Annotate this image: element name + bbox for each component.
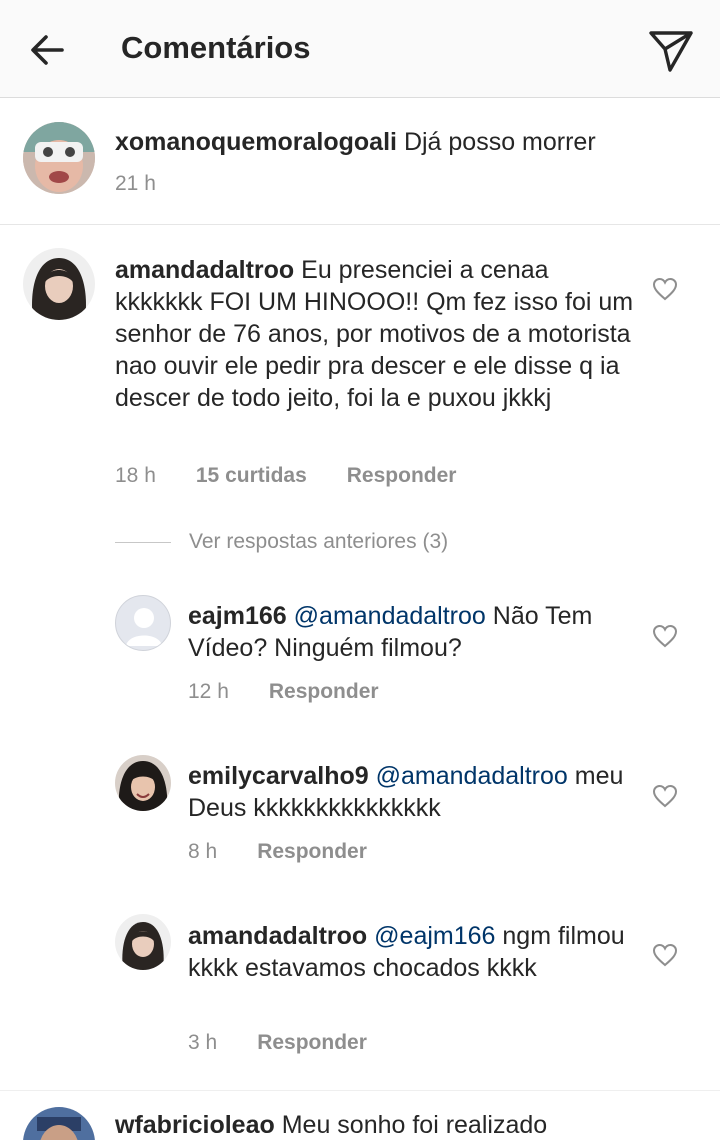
caption-text-block: xomanoquemoralogoali Djá posso morrer [115,126,675,158]
avatar[interactable] [115,755,171,811]
reply-meta: 3 h Responder [188,1031,407,1055]
reply-meta: 12 h Responder [188,680,419,704]
reply-button[interactable]: Responder [269,680,379,704]
comment-time: 18 h [115,464,156,487]
view-previous-replies-label[interactable]: Ver respostas anteriores (3) [189,530,448,554]
reply-meta: 8 h Responder [188,840,407,864]
default-profile-icon [126,608,162,646]
comment-text-block: amandadaltroo Eu presenciei a cenaa kkkk… [115,254,635,414]
reply-text-block: eajm166 @amandadaltroo Não Tem Vídeo? Ni… [188,600,628,664]
reply-mention[interactable]: @amandadaltroo [294,602,486,630]
like-heart-icon[interactable] [652,943,678,967]
reply-button[interactable]: Responder [257,1031,367,1055]
reply-username[interactable]: emilycarvalho9 [188,762,369,790]
caption-meta: 21 h [115,172,196,196]
caption-text: Djá posso morrer [403,128,596,156]
comment-text: Meu sonho foi realizado [281,1111,548,1139]
back-arrow-icon[interactable] [26,28,70,72]
reply-text-block: amandadaltroo @eajm166 ngm filmou kkkk e… [188,920,628,984]
reply-text-block: emilycarvalho9 @amandadaltroo meu Deus k… [188,760,628,824]
comment-text-block: wfabricioleao Meu sonho foi realizado [115,1109,675,1140]
avatar[interactable] [115,914,171,970]
view-previous-replies[interactable]: Ver respostas anteriores (3) [115,530,448,554]
reply-username[interactable]: amandadaltroo [188,922,367,950]
reply-time: 3 h [188,1031,218,1054]
avatar-image [23,122,95,194]
like-heart-icon[interactable] [652,784,678,808]
avatar-image [23,1107,95,1140]
reply-mention[interactable]: @amandadaltroo [376,762,568,790]
comment-meta: 18 h 15 curtidas Responder [115,464,496,488]
direct-send-icon[interactable] [646,25,696,75]
reply-time: 12 h [188,680,229,703]
top-bar: Comentários [0,0,720,98]
avatar-image [115,755,171,811]
comment-likes[interactable]: 15 curtidas [196,464,307,488]
reply-time: 8 h [188,840,218,863]
comment: wfabricioleao Meu sonho foi realizado [0,1090,720,1140]
avatar[interactable] [23,248,95,320]
divider-line [115,541,171,543]
like-heart-icon[interactable] [652,624,678,648]
post-caption: xomanoquemoralogoali Djá posso morrer 21… [0,98,720,225]
avatar[interactable] [115,595,171,651]
reply-button[interactable]: Responder [347,464,457,488]
comment-username[interactable]: wfabricioleao [115,1111,275,1139]
avatar[interactable] [23,1107,95,1140]
like-heart-icon[interactable] [652,277,678,301]
reply-mention[interactable]: @eajm166 [374,922,495,950]
caption-username[interactable]: xomanoquemoralogoali [115,128,397,156]
avatar-image [23,248,95,320]
caption-time: 21 h [115,172,156,195]
reply-button[interactable]: Responder [257,840,367,864]
avatar[interactable] [23,122,95,194]
comment-username[interactable]: amandadaltroo [115,256,294,284]
reply-username[interactable]: eajm166 [188,602,287,630]
avatar-image [115,914,171,970]
page-title: Comentários [121,30,311,65]
